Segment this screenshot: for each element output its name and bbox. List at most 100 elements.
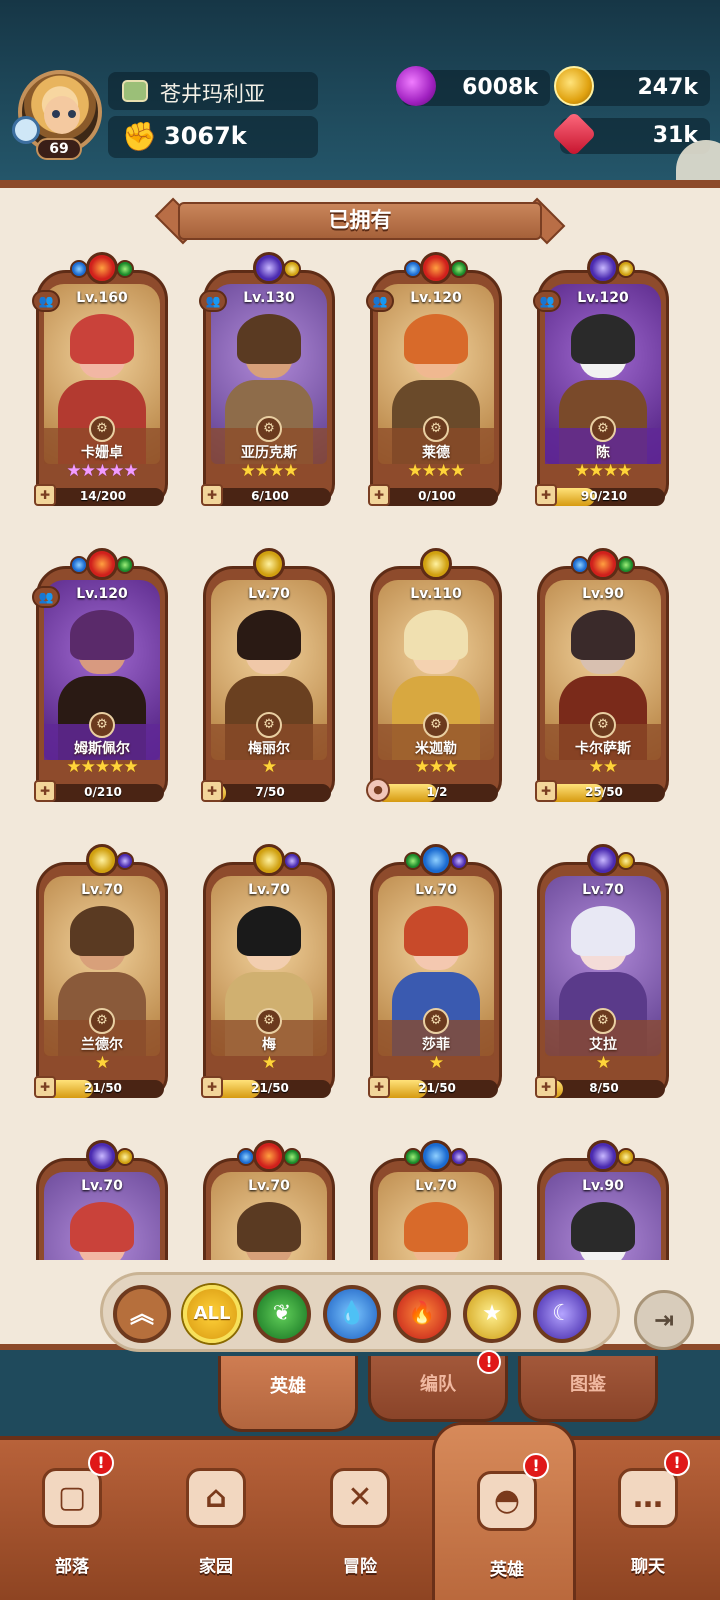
portrait-hair <box>237 610 301 660</box>
nav-home-label: 家园 <box>199 1557 233 1577</box>
shard-progress-bar: 14/200 <box>42 488 164 506</box>
elixir-value: 6008k <box>462 75 538 100</box>
filter-all-button[interactable]: ALL <box>183 1285 241 1343</box>
portrait-hair <box>571 610 635 660</box>
shard-progress-text: 0/100 <box>418 489 456 503</box>
hero-card[interactable]: Lv.70 ⚙ 兰德尔 ★ 21/50 ✚ <box>34 844 168 1104</box>
light-element-icon <box>253 844 285 876</box>
player-name-box[interactable]: 苍井玛利亚 <box>108 72 318 110</box>
element-indicators <box>66 1140 138 1176</box>
earth-element-icon <box>450 260 468 278</box>
shard-progress-text: 7/50 <box>255 785 285 799</box>
hero-card[interactable]: Lv.110 ⚙ 米迦勒 ★★★ 1/2 ● <box>366 548 502 808</box>
hero-card[interactable]: Lv.120 👥 ⚙ 姆斯佩尔 ★★★★★ 0/210 ✚ <box>32 548 168 808</box>
fire-element-icon <box>86 548 118 580</box>
hero-card[interactable]: Lv.70 ⚙ 莎菲 ★ 21/50 ✚ <box>368 844 502 1104</box>
double-chevron-up-icon[interactable]: ︽ <box>113 1285 171 1343</box>
shard-progress-text: 21/50 <box>418 1081 456 1095</box>
viking-helmet-icon: ◓ <box>477 1471 537 1531</box>
hero-level: Lv.160 <box>76 290 128 306</box>
dark-element-icon <box>283 852 301 870</box>
filter-earth-button[interactable]: ❦ <box>253 1285 311 1343</box>
tribe-tag-icon <box>122 80 148 102</box>
elixir-counter[interactable]: 6008k <box>396 66 550 106</box>
shard-progress-text: 0/210 <box>84 785 122 799</box>
hero-card[interactable]: Lv.90 ⚙ 卡尔萨斯 ★★ 25/50 ✚ <box>535 548 669 808</box>
tab-codex[interactable]: 图鉴 <box>518 1356 658 1422</box>
top-bar: 69 苍井玛利亚 ✊ 3067k 6008k 247k 31k <box>0 0 720 220</box>
team-icon: 👥 <box>533 290 561 312</box>
hero-level: Lv.70 <box>248 882 290 898</box>
portrait-hair <box>571 1202 635 1252</box>
filter-water-button[interactable]: 💧 <box>323 1285 381 1343</box>
hero-card[interactable]: Lv.130 👥 ⚙ 亚历克斯 ★★★★ 6/100 ✚ <box>199 252 335 512</box>
hero-level: Lv.70 <box>81 1178 123 1194</box>
hero-stars: ★★★★ <box>407 461 466 481</box>
portrait-hair <box>237 906 301 956</box>
nav-tribe[interactable]: ▢ ! 部落 <box>0 1440 144 1600</box>
puzzle-piece-icon: ✚ <box>535 1076 557 1098</box>
player-power: 3067k <box>164 122 247 150</box>
hero-level: Lv.70 <box>582 882 624 898</box>
magnifier-icon[interactable] <box>12 116 40 144</box>
gold-counter[interactable]: 247k <box>554 66 710 106</box>
filter-dark-button[interactable]: ☾ <box>533 1285 591 1343</box>
hero-card[interactable]: Lv.160 👥 ⚙ 卡姗卓 ★★★★★ 14/200 ✚ <box>32 252 168 512</box>
shard-progress-text: 90/210 <box>580 489 628 503</box>
hero-sub-tabs: 英雄 编队 ! 图鉴 <box>0 1350 720 1436</box>
shard-progress-bar: 6/100 <box>209 488 331 506</box>
hero-stars: ★★★★★ <box>66 461 138 481</box>
dark-element-icon <box>86 1140 118 1172</box>
dark-element-icon <box>450 852 468 870</box>
tab-heroes[interactable]: 英雄 <box>218 1356 358 1432</box>
nav-home[interactable]: ⌂ 家园 <box>144 1440 288 1600</box>
crossed-swords-icon: ✕ <box>330 1468 390 1528</box>
puzzle-piece-icon: ✚ <box>368 484 390 506</box>
elixir-icon <box>396 66 436 106</box>
player-power-box: ✊ 3067k <box>108 116 318 158</box>
puzzle-piece-icon: ✚ <box>34 1076 56 1098</box>
hero-class-icon: ⚙ <box>423 712 449 738</box>
shard-progress-text: 21/50 <box>251 1081 289 1095</box>
hero-card[interactable]: Lv.90 <box>537 1140 669 1260</box>
filter-fire-button[interactable]: 🔥 <box>393 1285 451 1343</box>
hero-card[interactable]: Lv.70 <box>203 1140 335 1260</box>
avatar-eye-left <box>52 110 60 118</box>
hero-card[interactable]: Lv.120 👥 ⚙ 莱德 ★★★★ 0/100 ✚ <box>366 252 502 512</box>
dark-element-icon <box>253 252 285 284</box>
hero-stars: ★★ <box>588 757 618 777</box>
fire-element-icon <box>587 548 619 580</box>
hero-card[interactable]: Lv.70 ⚙ 艾拉 ★ 8/50 ✚ <box>535 844 669 1104</box>
hero-card[interactable]: Lv.70 ⚙ 梅 ★ 21/50 ✚ <box>201 844 335 1104</box>
player-name: 苍井玛利亚 <box>160 82 265 106</box>
filter-light-button[interactable]: ★ <box>463 1285 521 1343</box>
dark-element-icon <box>587 844 619 876</box>
element-indicators <box>567 548 639 584</box>
hero-card[interactable]: Lv.70 ⚙ 梅丽尔 ★ 7/50 ✚ <box>201 548 335 808</box>
tab-heroes-label: 英雄 <box>270 1376 306 1397</box>
collapse-panel-button[interactable]: ⇥ <box>634 1290 694 1350</box>
puzzle-piece-icon: ✚ <box>34 780 56 802</box>
element-indicators <box>233 252 305 288</box>
water-element-icon <box>420 1140 452 1172</box>
home-icon: ⌂ <box>186 1468 246 1528</box>
nav-heroes[interactable]: ◓ ! 英雄 <box>432 1422 576 1600</box>
portrait-hair <box>70 1202 134 1252</box>
hero-card[interactable]: Lv.70 <box>36 1140 168 1260</box>
hero-name: 莎菲 <box>422 1037 450 1053</box>
water-element-icon <box>420 844 452 876</box>
hero-card[interactable]: Lv.70 <box>370 1140 502 1260</box>
portrait-hair <box>70 906 134 956</box>
hero-class-icon: ⚙ <box>423 416 449 442</box>
shard-progress-text: 1/2 <box>426 785 448 799</box>
puzzle-piece-icon: ✚ <box>535 780 557 802</box>
hero-card[interactable]: Lv.120 👥 ⚙ 陈 ★★★★ 90/210 ✚ <box>533 252 669 512</box>
tab-formation[interactable]: 编队 ! <box>368 1350 508 1422</box>
nav-chat[interactable]: … ! 聊天 <box>576 1440 720 1600</box>
pig-token-icon: ● <box>366 778 390 802</box>
nav-adventure[interactable]: ✕ 冒险 <box>288 1440 432 1600</box>
light-element-icon <box>116 1148 134 1166</box>
light-element-icon <box>617 260 635 278</box>
hero-name: 兰德尔 <box>81 1037 123 1053</box>
section-title: 已拥有 <box>328 208 392 232</box>
